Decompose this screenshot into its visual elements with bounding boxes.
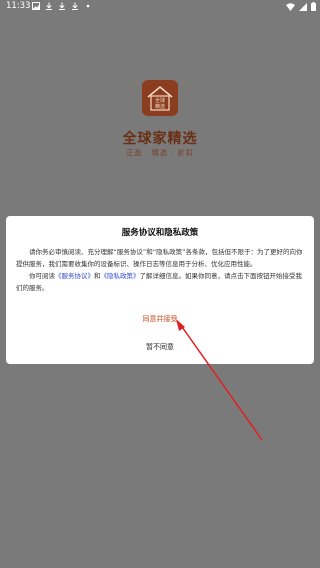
annotation-arrow xyxy=(176,319,263,441)
